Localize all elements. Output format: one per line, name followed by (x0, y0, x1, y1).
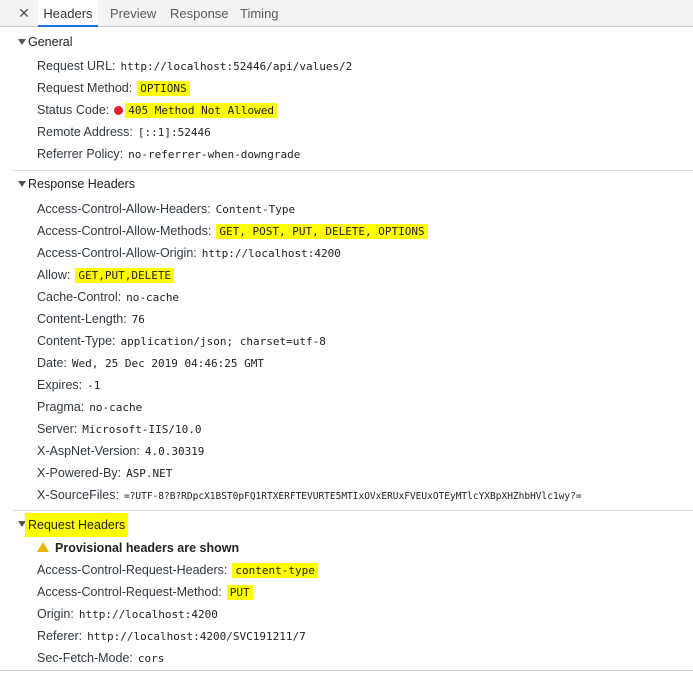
header-key: Access-Control-Request-Headers: (37, 563, 228, 577)
request-row: Sec-Fetch-Mode: cors (37, 648, 164, 668)
tab-headers-label: Headers (43, 6, 93, 21)
header-key: Access-Control-Request-Method: (37, 585, 222, 599)
general-row-referrer-policy: Referrer Policy: no-referrer-when-downgra… (37, 144, 300, 164)
header-value: http://localhost:4200 (201, 247, 341, 260)
response-row: Allow: GET,PUT,DELETE (37, 265, 175, 285)
header-value: GET, POST, PUT, DELETE, OPTIONS (216, 224, 428, 239)
header-key: Remote Address: (37, 125, 133, 139)
header-key: Allow: (37, 268, 71, 282)
header-value: no-cache (126, 291, 180, 304)
header-key: Referrer Policy: (37, 147, 124, 161)
header-key: Referer: (37, 629, 83, 643)
section-response-headers-title: Response Headers (28, 177, 136, 191)
header-value: -1 (87, 379, 101, 392)
header-key: X-Powered-By: (37, 466, 122, 480)
header-value: http://localhost:4200/SVC191211/7 (87, 630, 306, 643)
tab-timing[interactable]: Timing (240, 0, 279, 27)
header-value: no-cache (89, 401, 143, 414)
response-row: Access-Control-Allow-Origin: http://local… (37, 243, 341, 263)
header-value: =?UTF-8?B?RDpcX1BST0pFQ1RTXERFTEVURTE5MT… (123, 491, 582, 502)
response-row: Pragma: no-cache (37, 397, 142, 417)
response-row: X-Powered-By: ASP.NET (37, 463, 172, 483)
header-key: Access-Control-Allow-Origin: (37, 246, 197, 260)
response-row: Server: Microsoft-IIS/10.0 (37, 419, 202, 439)
header-value: application/json; charset=utf-8 (120, 335, 326, 348)
general-row-request-url: Request URL: http://localhost:52446/api/v… (37, 56, 352, 76)
header-key: Content-Length: (37, 312, 127, 326)
expand-triangle-icon (18, 39, 26, 45)
header-key: Access-Control-Allow-Headers: (37, 202, 211, 216)
header-key: Request URL: (37, 59, 116, 73)
header-key: Content-Type: (37, 334, 116, 348)
response-row: Content-Length: 76 (37, 309, 145, 329)
tab-headers[interactable]: Headers (38, 0, 98, 27)
panel-bottom-border (0, 670, 693, 671)
general-row-remote-address: Remote Address: [::1]:52446 (37, 122, 211, 142)
section-divider (12, 510, 693, 511)
header-value: cors (137, 652, 165, 665)
tab-preview[interactable]: Preview (110, 0, 156, 27)
header-key: X-AspNet-Version: (37, 444, 140, 458)
response-row: Cache-Control: no-cache (37, 287, 179, 307)
section-response-headers-header[interactable]: Response Headers (0, 173, 693, 195)
tab-bar: ✕ Headers Preview Response Timing (0, 0, 693, 27)
response-row: Date: Wed, 25 Dec 2019 04:46:25 GMT (37, 353, 264, 373)
section-divider (12, 170, 693, 171)
header-value: 76 (131, 313, 145, 326)
general-row-request-method: Request Method: OPTIONS (37, 78, 190, 98)
header-key: Request Method: (37, 81, 133, 95)
header-value: http://localhost:4200 (78, 608, 218, 621)
close-icon[interactable]: ✕ (14, 5, 34, 23)
response-row: X-AspNet-Version: 4.0.30319 (37, 441, 204, 461)
header-key: Server: (37, 422, 78, 436)
header-key: Pragma: (37, 400, 85, 414)
tab-timing-label: Timing (240, 6, 279, 21)
header-key: Expires: (37, 378, 83, 392)
header-key: Sec-Fetch-Mode: (37, 651, 133, 665)
response-row: Content-Type: application/json; charset=u… (37, 331, 326, 351)
section-general-header[interactable]: General (0, 31, 693, 53)
header-value: OPTIONS (137, 81, 190, 96)
section-general-title: General (28, 35, 73, 49)
general-row-status-code: Status Code: 405 Method Not Allowed (37, 100, 277, 120)
expand-triangle-icon (18, 181, 26, 187)
header-value: PUT (226, 585, 253, 600)
header-key: Status Code: (37, 103, 110, 117)
header-key: Origin: (37, 607, 74, 621)
header-value: 405 Method Not Allowed (125, 103, 277, 118)
section-request-headers-title: Request Headers (25, 513, 129, 537)
section-request-headers-header[interactable]: Request Headers (0, 513, 693, 537)
warning-icon (37, 542, 49, 552)
header-value: no-referrer-when-downgrade (128, 148, 301, 161)
header-key: Date: (37, 356, 67, 370)
header-value: Microsoft-IIS/10.0 (82, 423, 202, 436)
header-value: GET,PUT,DELETE (75, 268, 175, 283)
request-row: Access-Control-Request-Method: PUT (37, 582, 253, 602)
tab-response-label: Response (170, 6, 229, 21)
header-value: content-type (232, 563, 318, 578)
header-key: Access-Control-Allow-Methods: (37, 224, 212, 238)
header-value: http://localhost:52446/api/values/2 (120, 60, 353, 73)
tab-response[interactable]: Response (170, 0, 229, 27)
response-row: X-SourceFiles: =?UTF-8?B?RDpcX1BST0pFQ1RT… (37, 485, 687, 505)
header-value: ASP.NET (126, 467, 173, 480)
header-key: Cache-Control: (37, 290, 122, 304)
header-key: X-SourceFiles: (37, 488, 119, 502)
response-row: Expires: -1 (37, 375, 100, 395)
warning-text: Provisional headers are shown (55, 541, 240, 555)
provisional-headers-warning: Provisional headers are shown (37, 538, 239, 558)
request-row: Origin: http://localhost:4200 (37, 604, 218, 624)
header-value: Content-Type (215, 203, 296, 216)
status-error-dot-icon (114, 106, 124, 115)
header-value: [::1]:52446 (137, 126, 211, 139)
header-value: 4.0.30319 (144, 445, 205, 458)
header-value: Wed, 25 Dec 2019 04:46:25 GMT (71, 357, 264, 370)
response-row: Access-Control-Allow-Methods: GET, POST, … (37, 221, 428, 241)
response-row: Access-Control-Allow-Headers: Content-Typ… (37, 199, 295, 219)
tab-preview-label: Preview (110, 6, 157, 21)
request-row: Access-Control-Request-Headers: content-t… (37, 560, 318, 580)
request-row: Referer: http://localhost:4200/SVC191211/… (37, 626, 306, 646)
